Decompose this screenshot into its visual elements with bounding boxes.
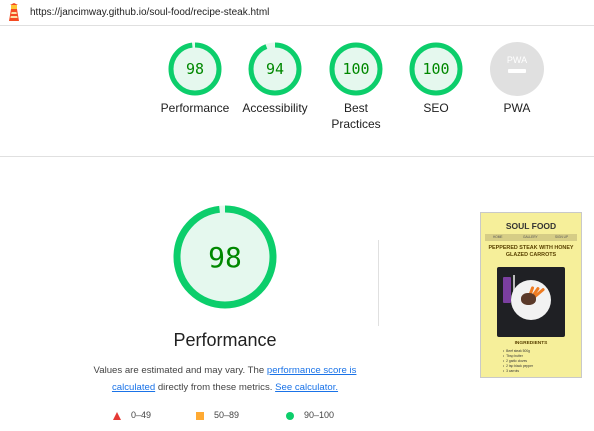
thumb-nav-item: GALLERY [523, 235, 538, 239]
note-text-1: Values are estimated and may vary. The [93, 365, 267, 376]
vertical-divider [378, 240, 379, 326]
note-text-2: directly from these metrics. [155, 382, 276, 393]
best-practices-label: Best Practices [331, 101, 381, 131]
performance-heading: Performance [173, 330, 277, 350]
thumb-food-photo [497, 267, 565, 337]
seo-score-ring: 100 [409, 42, 463, 96]
gauge-pwa[interactable]: PWA PWA [469, 42, 565, 116]
legend-range-fail: 0–49 [131, 410, 152, 420]
pwa-score-ring: PWA [490, 42, 544, 96]
performance-score: 98 [186, 60, 204, 78]
pwa-label: PWA [503, 101, 531, 115]
thumb-nav-item: SIGN UP [555, 235, 569, 239]
page-url[interactable]: https://jancimway.github.io/soul-food/re… [30, 7, 269, 18]
legend-range-pass: 90–100 [304, 410, 335, 420]
thumb-nav-item: HOME [493, 235, 503, 239]
thumb-nav: HOME GALLERY SIGN UP [485, 234, 577, 241]
accessibility-score: 94 [266, 60, 284, 78]
performance-note: Values are estimated and may vary. The p… [80, 362, 370, 396]
accessibility-score-ring: 94 [248, 42, 302, 96]
thumb-ingredients-list: Beef steak 500g Tbsp butter 2 garlic clo… [503, 349, 533, 374]
best-practices-score: 100 [342, 60, 369, 78]
pwa-dash-icon [508, 69, 526, 73]
performance-score-ring: 98 [168, 42, 222, 96]
napkin-shape [503, 277, 511, 303]
triangle-icon [113, 411, 121, 420]
url-bar: https://jancimway.github.io/soul-food/re… [0, 0, 594, 26]
square-icon [196, 411, 204, 420]
circle-icon [286, 411, 294, 420]
thumb-ingredients-heading: INGREDIENTS [514, 341, 548, 346]
list-item: 3 carrots [503, 369, 533, 374]
lighthouse-logo-icon [9, 3, 19, 21]
performance-main-gauge: 98 [173, 205, 277, 309]
legend-range-average: 50–89 [214, 410, 240, 420]
see-calculator-link[interactable]: See calculator. [275, 382, 338, 393]
performance-main-score: 98 [208, 241, 242, 274]
legend-item-average: 50–89 [196, 410, 239, 420]
thumb-recipe-title: PEPPERED STEAK WITH HONEY GLAZED CARROTS [488, 245, 574, 258]
best-practices-score-ring: 100 [329, 42, 383, 96]
steak-shape [521, 293, 536, 305]
thumb-site-title: SOUL FOOD [505, 221, 557, 231]
section-divider [0, 156, 594, 157]
seo-score: 100 [422, 60, 449, 78]
page-screenshot-thumbnail[interactable]: SOUL FOOD HOME GALLERY SIGN UP PEPPERED … [480, 212, 582, 378]
legend-item-pass: 90–100 [286, 410, 334, 420]
legend-item-fail: 0–49 [113, 410, 151, 420]
pwa-badge-text: PWA [507, 55, 527, 65]
